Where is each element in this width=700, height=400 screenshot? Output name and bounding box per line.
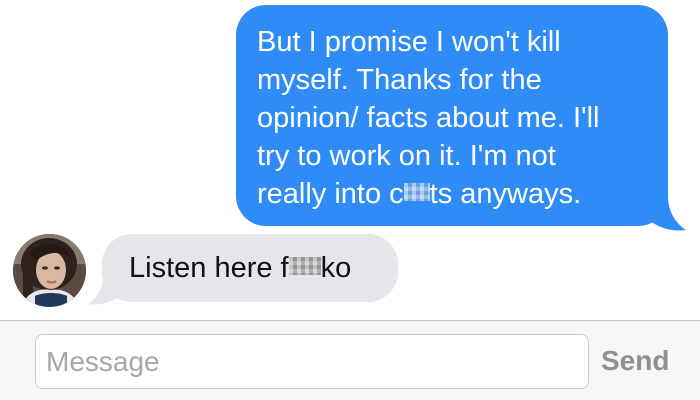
outgoing-message-line: opinion/ facts about me. I'll: [257, 102, 600, 134]
incoming-text-before-censor: Listen here f: [129, 252, 289, 284]
outgoing-message-line: really into c ts anyways.: [257, 175, 650, 213]
message-thread: But I promise I won't kill myself. Thank…: [0, 0, 700, 320]
message-composer: Send: [0, 320, 700, 400]
outgoing-text-before-censor: really into c: [257, 178, 404, 210]
message-input[interactable]: [35, 334, 589, 389]
outgoing-message-bubble[interactable]: But I promise I won't kill myself. Thank…: [236, 5, 668, 226]
outgoing-message-line: myself. Thanks for the: [257, 64, 542, 96]
outgoing-message-line: try to work on it. I'm not: [257, 140, 556, 172]
contact-avatar[interactable]: [13, 234, 86, 307]
censor-pixelation: [403, 183, 430, 201]
incoming-message-bubble[interactable]: Listen here f ko: [102, 234, 398, 302]
send-button[interactable]: Send: [601, 343, 669, 379]
incoming-text-after-censor: ko: [320, 252, 352, 284]
censor-pixelation: [288, 257, 321, 275]
outgoing-text-after-censor: ts anyways.: [429, 178, 582, 210]
outgoing-message-line: But I promise I won't kill: [257, 26, 561, 58]
